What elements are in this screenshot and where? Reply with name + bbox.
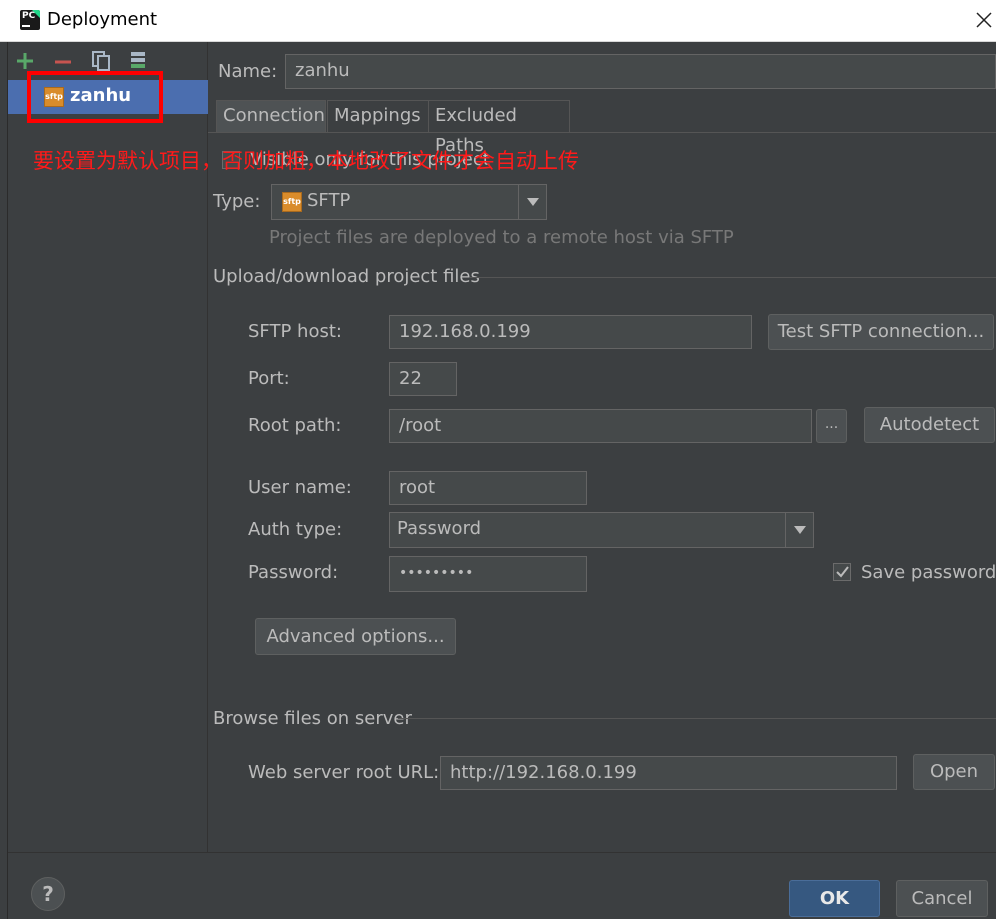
red-highlight-box [27,71,163,123]
web-url-input[interactable]: http://192.168.0.199 [440,756,897,790]
section-separator [398,718,996,719]
sftp-icon: sftp [282,192,302,212]
upload-section-title: Upload/download project files [213,266,480,287]
open-button[interactable]: Open [913,754,995,790]
password-input[interactable]: ••••••••• [389,556,587,592]
plus-icon [17,53,33,69]
root-path-input[interactable]: /root [389,409,812,443]
name-label: Name: [218,61,278,82]
port-label: Port: [248,368,290,389]
pycharm-app-icon: PC [20,10,40,30]
auth-type-select[interactable]: Password [389,512,814,548]
ok-button[interactable]: OK [789,880,880,917]
chevron-down-icon [518,185,546,219]
remove-server-button[interactable] [52,50,74,72]
advanced-options-button[interactable]: Advanced options... [255,618,456,655]
username-label: User name: [248,477,352,498]
tab-underline [208,132,996,133]
tab-connection[interactable]: Connection [216,100,326,132]
sftp-host-label: SFTP host: [248,321,342,342]
browse-root-path-button[interactable]: ... [816,409,847,443]
help-button[interactable]: ? [31,877,65,911]
use-as-default-button[interactable] [128,50,150,72]
title-bar: PC Deployment [0,0,996,42]
window-title: Deployment [47,9,158,30]
save-password-label: Save password [861,562,996,583]
browse-section-title: Browse files on server [213,708,412,729]
cancel-button[interactable]: Cancel [896,880,988,917]
section-separator [470,277,996,278]
type-value: SFTP [307,190,351,211]
type-select[interactable]: sftp SFTP [271,184,547,220]
type-label: Type: [213,191,261,212]
tab-excluded-paths[interactable]: Excluded Paths [428,100,570,156]
password-label: Password: [248,562,339,583]
sftp-host-input[interactable]: 192.168.0.199 [389,315,752,349]
add-server-button[interactable] [14,50,36,72]
close-button[interactable] [970,6,996,34]
username-input[interactable]: root [389,471,587,505]
copy-icon [92,51,110,71]
chevron-down-icon [785,513,813,547]
autodetect-button[interactable]: Autodetect [864,407,995,443]
type-hint: Project files are deployed to a remote h… [269,227,734,248]
auth-type-label: Auth type: [248,519,343,540]
annotation-text: 要设置为默认项目，否则加粗，本地改了文件才会自动上传 [33,149,579,173]
test-connection-button[interactable]: Test SFTP connection... [768,314,994,350]
minus-icon [55,60,71,64]
save-password-checkbox[interactable] [833,563,851,581]
checkmark-icon [836,566,849,578]
copy-server-button[interactable] [90,50,112,72]
tab-mappings[interactable]: Mappings [327,100,429,132]
port-input[interactable]: 22 [389,362,457,396]
web-url-label: Web server root URL: [248,762,440,783]
set-default-server-icon [131,52,145,68]
name-input[interactable]: zanhu [285,54,996,89]
close-icon [976,12,992,28]
root-path-label: Root path: [248,415,342,436]
auth-type-value: Password [397,518,482,539]
background-window-edge [0,42,8,919]
